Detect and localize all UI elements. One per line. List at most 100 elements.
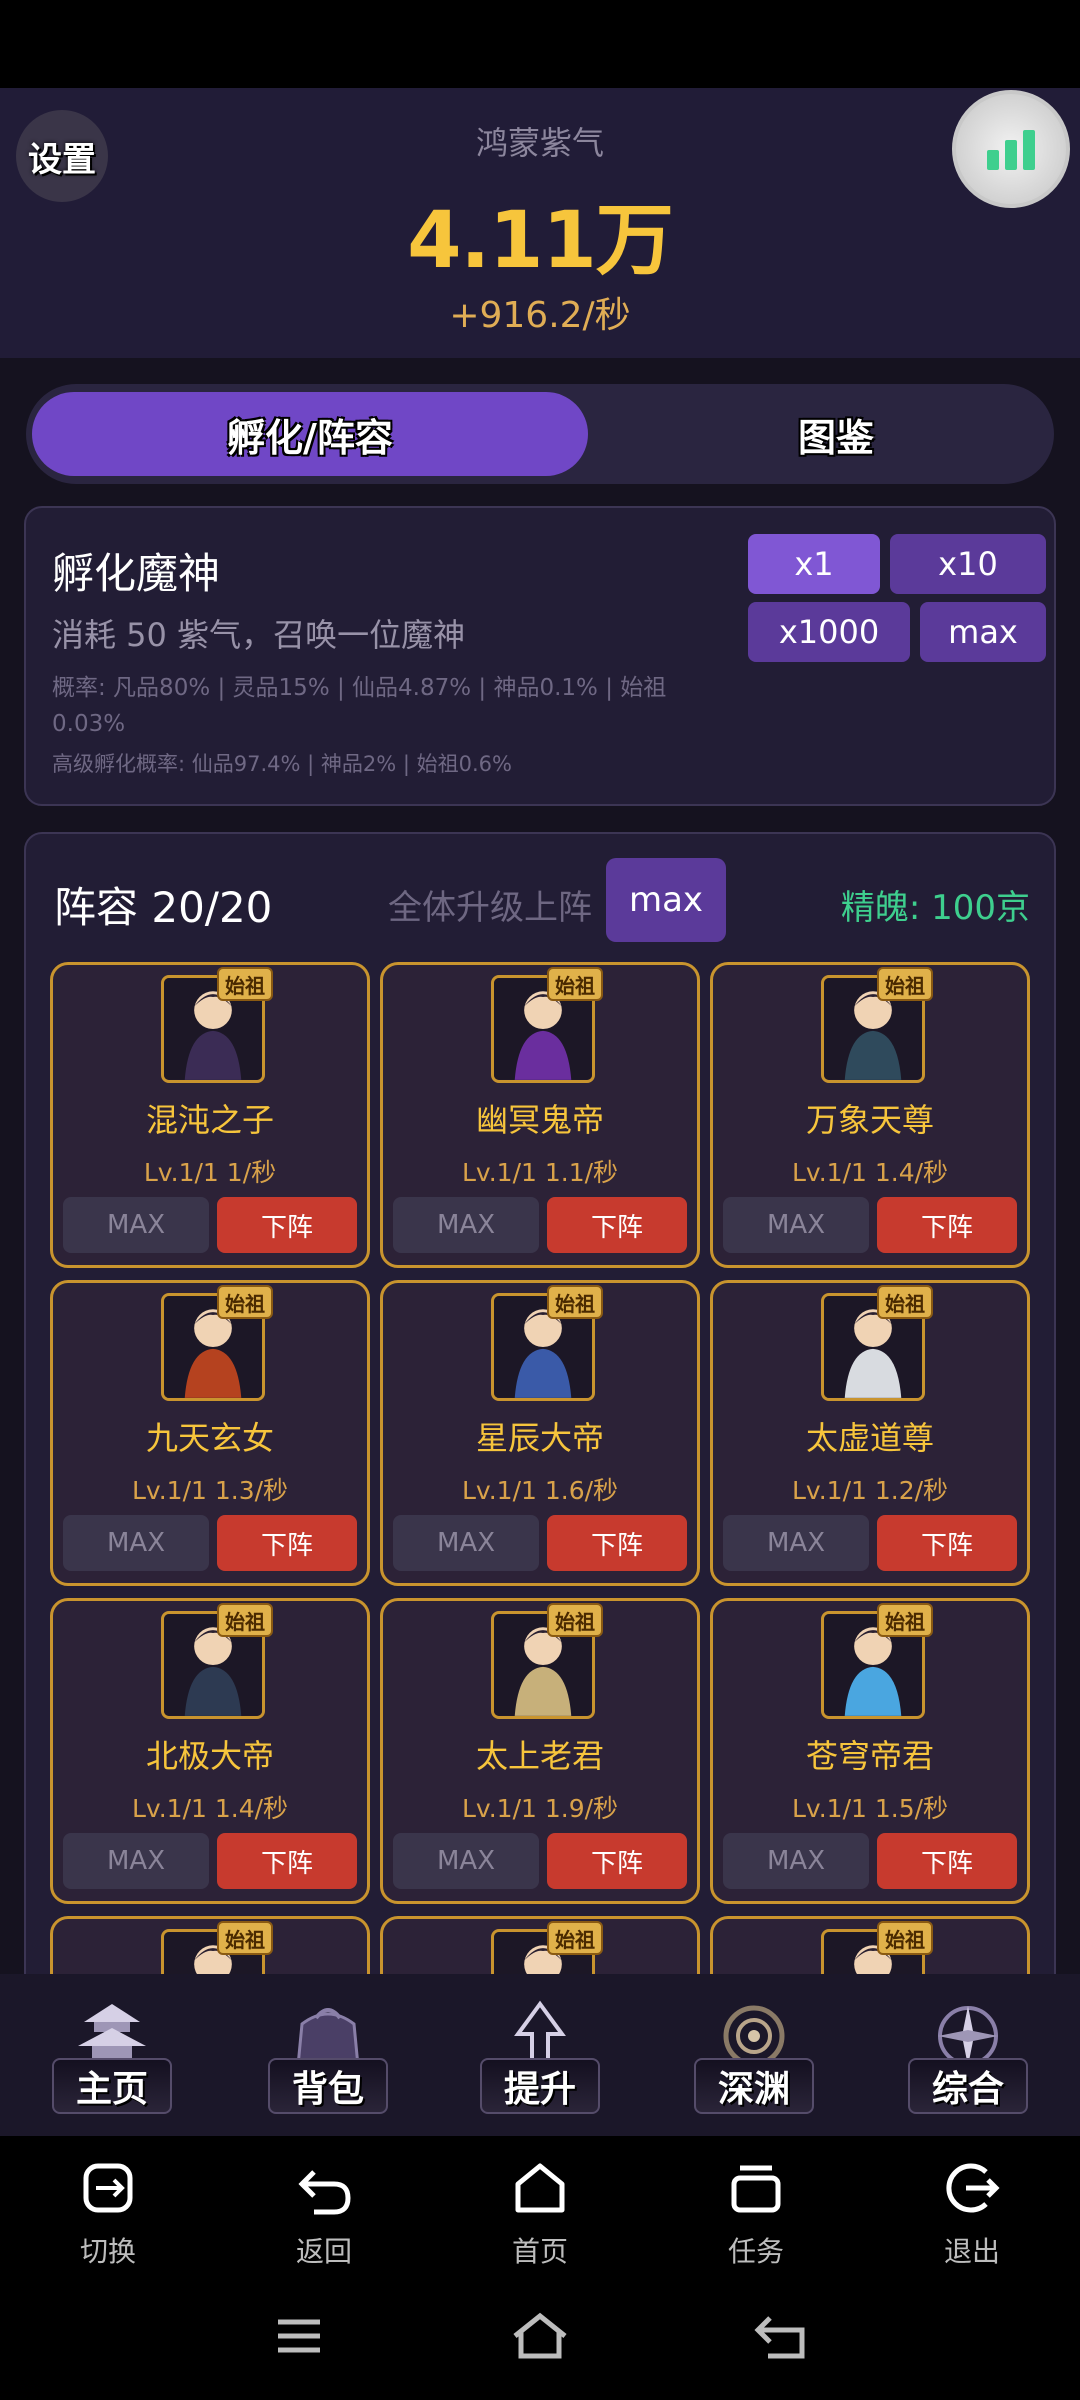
nav-label: 提升 [480,2058,600,2114]
tab-codex[interactable]: 图鉴 [626,392,1046,476]
sys-label: 退出 [943,2235,1000,2268]
hero-card[interactable]: 始祖 苍穹帝君 Lv.1/1 1.5/秒 MAX 下阵 [710,1598,1030,1904]
android-nav-bar [0,2276,1080,2400]
hatch-x1000-button[interactable]: x1000 [748,602,910,662]
hero-card[interactable]: 始祖 [710,1916,1030,1974]
hero-card[interactable]: 始祖 [50,1916,370,1974]
hero-card[interactable]: 始祖 混沌之子 Lv.1/1 1/秒 MAX 下阵 [50,962,370,1268]
sys-label: 返回 [295,2235,352,2268]
sys-label: 任务 [727,2235,784,2268]
hero-name: 幽冥鬼帝 [475,1101,604,1139]
upgrade-all-max-button[interactable]: max [606,858,726,942]
hero-card[interactable]: 始祖幽冥鬼帝 Lv.1/1 1.1/秒 MAX 下阵 [380,962,700,1268]
hero-card[interactable]: 始祖星辰大帝 Lv.1/1 1.6/秒 MAX 下阵 [380,1280,700,1586]
hero-card[interactable]: 始祖 北极大帝 Lv.1/1 1.4/秒 MAX 下阵 [50,1598,370,1904]
hero-rarity-badge: 始祖 [547,967,603,1001]
chart-bar-icon [1005,140,1017,170]
hero-name: 星辰大帝 [475,1419,604,1457]
hero-level: Lv.1/1 1.4/秒 [131,1794,289,1823]
hero-level: Lv.1/1 1.6/秒 [461,1476,619,1505]
hero-remove-button[interactable]: 下阵 [547,1515,687,1571]
hero-name: 苍穹帝君 [805,1737,934,1775]
advanced-hatch-probability: 高级孵化概率: 仙品97.4% | 神品2% | 始祖0.6% [52,752,512,776]
hero-remove-button[interactable]: 下阵 [877,1833,1017,1889]
hero-remove-button[interactable]: 下阵 [547,1833,687,1889]
hero-max-button[interactable]: MAX [723,1833,869,1889]
hero-name: 太上老君 [475,1737,604,1775]
nav-home[interactable]: 主页 [4,1974,220,2136]
upgrade-all-label: 全体升级上阵 [388,888,592,928]
nav-upgrade[interactable]: 提升 [432,1974,648,2136]
sys-home[interactable]: 首页 [432,2146,648,2276]
back-icon [298,2170,351,2215]
hero-rarity-badge: 始祖 [547,1285,603,1319]
nav-general[interactable]: 综合 [860,1974,1076,2136]
sys-exit[interactable]: 退出 [864,2146,1080,2276]
nav-abyss[interactable]: 深渊 [646,1974,862,2136]
hero-level: Lv.1/1 1.2/秒 [791,1476,949,1505]
hero-remove-button[interactable]: 下阵 [877,1197,1017,1253]
hero-max-button[interactable]: MAX [393,1515,539,1571]
nav-label: 深渊 [694,2058,814,2114]
hero-remove-button[interactable]: 下阵 [547,1197,687,1253]
tasks-icon [731,2165,781,2213]
hero-max-button[interactable]: MAX [393,1197,539,1253]
hero-card[interactable]: 始祖 太虚道尊 Lv.1/1 1.2/秒 MAX 下阵 [710,1280,1030,1586]
back-nav-icon[interactable] [746,2306,816,2366]
hero-max-button[interactable]: MAX [723,1197,869,1253]
hero-remove-button[interactable]: 下阵 [877,1515,1017,1571]
hero-card[interactable]: 始祖 九天玄女 Lv.1/1 1.3/秒 MAX 下阵 [50,1280,370,1586]
hatch-max-button[interactable]: max [920,602,1046,662]
hatch-x1-button[interactable]: x1 [748,534,880,594]
essence-counter: 精魄: 100京 [840,888,1030,928]
tab-bar: 孵化/阵容 图鉴 [26,384,1054,484]
stats-button[interactable] [952,90,1070,208]
hero-name: 混沌之子 [145,1101,274,1139]
hatch-x10-button[interactable]: x10 [890,534,1046,594]
hero-level: Lv.1/1 1.4/秒 [791,1158,949,1187]
switch-icon [83,2163,133,2213]
nav-label: 综合 [908,2058,1028,2114]
hero-card[interactable]: 始祖 太上老君 Lv.1/1 1.9/秒 MAX 下阵 [380,1598,700,1904]
tab-hatch-roster[interactable]: 孵化/阵容 [32,392,588,476]
chart-bar-icon [1023,130,1035,170]
bottom-nav: 主页 背包 提升 深渊 综合 [0,1974,1080,2136]
hero-max-button[interactable]: MAX [393,1833,539,1889]
hatch-description: 消耗 50 紫气，召唤一位魔神 [52,616,466,654]
status-bar [0,0,1080,88]
hero-name: 北极大帝 [145,1737,274,1775]
menu-icon[interactable] [264,2306,334,2366]
hero-rarity-badge: 始祖 [877,1921,933,1955]
sys-tasks[interactable]: 任务 [648,2146,864,2276]
hero-rarity-badge: 始祖 [877,967,933,1001]
main-content: 孵化/阵容 图鉴 孵化魔神 消耗 50 紫气，召唤一位魔神 概率: 凡品80% … [0,358,1080,1974]
nav-label: 背包 [268,2058,388,2114]
nav-bag[interactable]: 背包 [220,1974,436,2136]
hero-card[interactable]: 始祖万象天尊 Lv.1/1 1.4/秒 MAX 下阵 [710,962,1030,1268]
hero-max-button[interactable]: MAX [63,1515,209,1571]
hero-rarity-badge: 始祖 [217,1285,273,1319]
hero-rarity-badge: 始祖 [877,1285,933,1319]
sys-label: 切换 [79,2235,136,2268]
hero-remove-button[interactable]: 下阵 [217,1197,357,1253]
hero-level: Lv.1/1 1.9/秒 [461,1794,619,1823]
hero-name: 万象天尊 [805,1101,934,1139]
hero-remove-button[interactable]: 下阵 [217,1833,357,1889]
hero-name: 九天玄女 [145,1419,274,1457]
sys-back[interactable]: 返回 [216,2146,432,2276]
hero-level: Lv.1/1 1.1/秒 [461,1158,619,1187]
hero-rarity-badge: 始祖 [877,1603,933,1637]
hero-remove-button[interactable]: 下阵 [217,1515,357,1571]
hero-card[interactable]: 始祖 [380,1916,700,1974]
hero-rarity-badge: 始祖 [217,1921,273,1955]
hero-max-button[interactable]: MAX [63,1197,209,1253]
hero-max-button[interactable]: MAX [63,1833,209,1889]
hatch-title: 孵化魔神 [52,549,221,598]
roster-panel: 阵容 20/20 全体升级上阵 max 精魄: 100京 始祖 混沌之子 Lv.1/… [24,832,1056,1974]
home-nav-icon[interactable] [505,2306,575,2366]
resource-name: 鸿蒙紫气 [475,124,604,162]
sys-switch[interactable]: 切换 [0,2146,216,2276]
hatch-probability: 概率: 凡品80% | 灵品15% | 仙品4.87% | 神品0.1% | 始… [52,675,667,737]
hero-max-button[interactable]: MAX [723,1515,869,1571]
chart-bar-icon [987,150,999,170]
